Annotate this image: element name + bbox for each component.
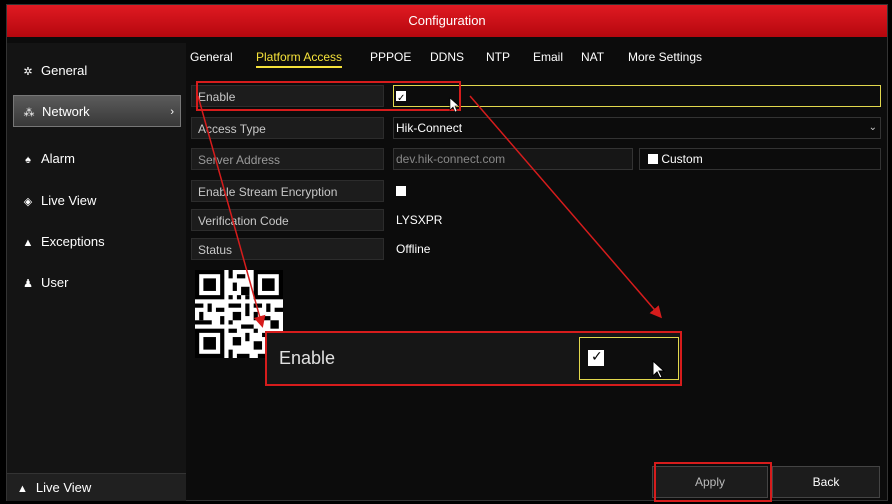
alarm-icon: ♠: [25, 154, 31, 166]
server-address-value: dev.hik-connect.com: [396, 152, 506, 166]
sidebar-item-label: Alarm: [41, 151, 75, 166]
home-icon: ▲: [17, 483, 28, 495]
tab-platform-access[interactable]: Platform Access: [256, 50, 343, 68]
verification-code-label: Verification Code: [191, 209, 384, 231]
sidebar-item-label: Exceptions: [41, 234, 105, 249]
back-button[interactable]: Back: [772, 466, 880, 498]
status-value: Offline: [396, 242, 431, 256]
verification-code-value[interactable]: LYSXPR: [396, 209, 442, 231]
sidebar-item-general[interactable]: ✲ General: [7, 55, 186, 87]
sidebar-item-alarm[interactable]: ♠ Alarm: [7, 143, 186, 175]
eye-icon: ◈: [23, 196, 33, 208]
sidebar-item-network[interactable]: ⁂ Network ›: [13, 95, 181, 127]
tab-email[interactable]: Email: [533, 50, 563, 64]
row-verification-code: Verification Code LYSXPR: [191, 209, 881, 231]
tab-ddns[interactable]: DDNS: [430, 50, 464, 64]
zoom-checkbox-field: [579, 337, 679, 380]
sidebar-item-live-view[interactable]: ◈ Live View: [7, 185, 186, 217]
status-label: Status: [191, 238, 384, 260]
sidebar-live-view-button[interactable]: ▲ Live View: [7, 473, 186, 501]
sidebar-item-user[interactable]: ♟ User: [7, 267, 186, 299]
sidebar-item-label: General: [41, 63, 88, 78]
window-title: Configuration: [7, 5, 887, 37]
apply-highlight-box: [654, 462, 772, 502]
row-server-address: Server Address dev.hik-connect.com Custo…: [191, 148, 881, 170]
chevron-right-icon: ›: [170, 106, 174, 118]
row-status: Status Offline: [191, 238, 881, 260]
zoom-callout: Enable: [265, 331, 682, 386]
sidebar: ✲ General ⁂ Network › ♠ Alarm ◈ Live View ▲ E…: [7, 43, 186, 495]
sidebar-item-label: Network: [42, 104, 90, 119]
zoom-enable-label: Enable: [279, 348, 336, 368]
tab-general[interactable]: General: [190, 50, 233, 64]
access-type-value: Hik-Connect: [396, 121, 463, 135]
server-address-label: Server Address: [191, 148, 384, 170]
cursor-icon: [652, 360, 666, 379]
access-type-label: Access Type: [191, 117, 384, 139]
network-icon: ⁂: [23, 107, 35, 119]
custom-label: Custom: [661, 152, 703, 166]
sidebar-item-label: Live View: [41, 193, 97, 208]
tab-pppoe[interactable]: PPPOE: [370, 50, 411, 64]
gear-icon: ✲: [23, 66, 33, 78]
access-type-select[interactable]: [393, 117, 881, 139]
tab-more-settings[interactable]: More Settings: [628, 50, 702, 64]
stream-encryption-checkbox[interactable]: [396, 185, 406, 196]
chevron-down-icon: ⌄: [868, 122, 877, 133]
enable-highlight-box: [196, 81, 461, 111]
stream-encryption-wrap: [396, 180, 406, 202]
users-icon: ♟: [23, 278, 33, 290]
custom-checkbox[interactable]: [648, 153, 658, 164]
row-stream-encryption: Enable Stream Encryption: [191, 180, 881, 202]
tab-nat[interactable]: NAT: [581, 50, 604, 64]
sidebar-live-view-label: Live View: [35, 480, 92, 495]
row-access-type: Access Type Hik-Connect ⌄: [191, 117, 881, 139]
zoom-enable-checkbox: [588, 348, 604, 366]
warning-icon: ▲: [22, 237, 34, 249]
sidebar-item-exceptions[interactable]: ▲ Exceptions: [7, 226, 186, 258]
custom-option[interactable]: Custom: [648, 148, 703, 170]
enable-field: [393, 85, 881, 107]
stream-encryption-label: Enable Stream Encryption: [191, 180, 384, 202]
sidebar-item-label: User: [41, 275, 69, 290]
tab-ntp[interactable]: NTP: [486, 50, 510, 64]
